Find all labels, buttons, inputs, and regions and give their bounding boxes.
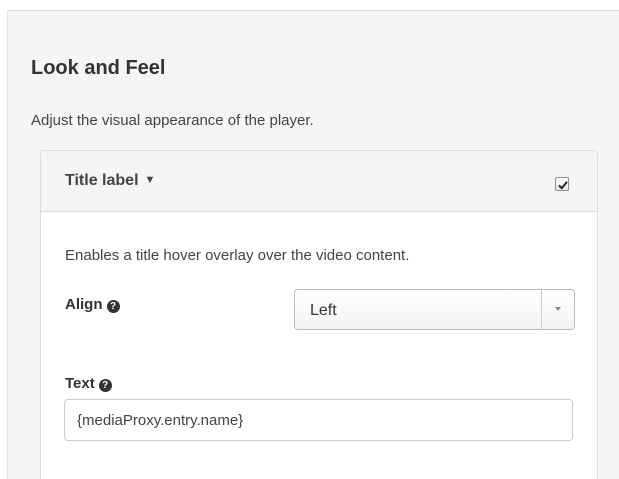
caret-down-icon: ▼ — [144, 174, 156, 186]
plugin-description: Enables a title hover overlay over the v… — [65, 247, 410, 264]
plugin-title[interactable]: Title label ▼ — [65, 172, 155, 190]
text-help-icon[interactable]: ? — [98, 379, 112, 392]
align-select[interactable]: Left — [294, 289, 575, 330]
title-text-input[interactable] — [64, 399, 573, 441]
title-label-plugin-card: Title label ▼ Enables a title hover overl… — [40, 150, 598, 479]
align-field-label: Align? — [65, 296, 120, 313]
align-label-text: Align — [65, 296, 103, 313]
text-field-label: Text? — [65, 375, 112, 392]
plugin-enabled-checkbox[interactable] — [555, 177, 569, 191]
align-select-value: Left — [310, 302, 337, 319]
section-title: Look and Feel — [31, 57, 166, 79]
align-select-toggle[interactable] — [541, 290, 574, 329]
chevron-down-icon — [555, 307, 561, 311]
align-help-icon[interactable]: ? — [106, 300, 120, 313]
section-description: Adjust the visual appearance of the play… — [31, 112, 314, 129]
text-label-text: Text — [65, 375, 95, 392]
checkmark-icon — [558, 181, 568, 190]
plugin-title-label: Title label — [65, 172, 139, 189]
plugin-header-toggle[interactable]: Title label ▼ — [41, 151, 597, 212]
